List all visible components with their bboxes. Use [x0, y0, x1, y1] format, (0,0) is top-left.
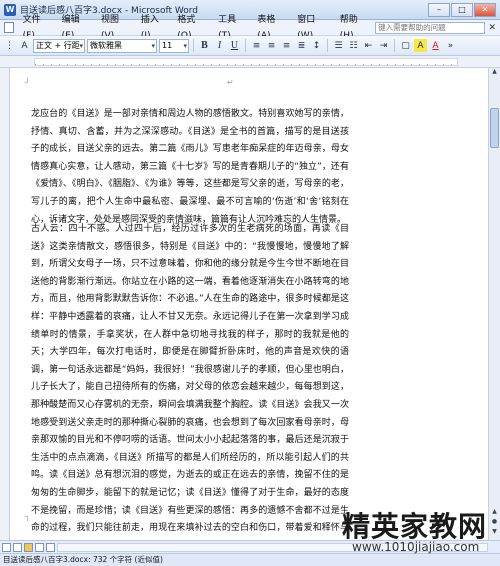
document-close-icon[interactable]: ✕ — [487, 23, 497, 33]
help-search-input[interactable] — [375, 21, 486, 34]
vertical-scrollbar[interactable]: ▲ ▲ ● ▼ — [488, 68, 500, 540]
align-center-icon[interactable]: ≡ — [265, 39, 278, 52]
reading-view-icon[interactable] — [46, 542, 55, 552]
bold-button[interactable]: B — [198, 39, 211, 52]
ruler-scale — [34, 58, 458, 66]
border-icon[interactable]: ▢ — [399, 39, 412, 52]
align-left-icon[interactable]: ≡ — [250, 39, 263, 52]
normal-view-icon[interactable] — [2, 542, 11, 552]
decrease-indent-icon[interactable]: ⇤ — [362, 39, 375, 52]
line-spacing-icon[interactable]: ↕ — [310, 39, 323, 52]
style-combo[interactable]: 正文 + 行距 — [33, 38, 85, 53]
vertical-ruler[interactable] — [0, 68, 10, 540]
font-color-button[interactable]: A — [429, 39, 442, 52]
numbering-icon[interactable]: ☰ — [332, 39, 345, 52]
toolbar-options-icon[interactable]: » — [444, 39, 457, 52]
font-size-combo[interactable]: 11 — [159, 38, 189, 53]
styles-pane-icon[interactable]: A — [18, 39, 31, 52]
font-size-value: 11 — [162, 40, 173, 50]
horizontal-ruler[interactable] — [0, 56, 500, 68]
toolbar-separator — [245, 39, 246, 52]
justify-icon[interactable]: ≣ — [295, 39, 308, 52]
document-page[interactable]: ┘ ↵ ┐ 龙应台的《目送》是一部对亲情和周边人物的感悟散文。特别喜欢她写的亲情… — [11, 68, 488, 551]
scroll-up-icon[interactable]: ▲ — [489, 68, 500, 78]
previous-page-icon[interactable]: ▲ — [489, 508, 500, 518]
paragraph[interactable]: 龙应台的《目送》是一部对亲情和周边人物的感悟散文。特别喜欢她写的亲情，抒情、真切… — [31, 106, 349, 229]
margin-corner-mark: ┐ — [25, 512, 30, 521]
window-controls: – □ ✕ — [428, 2, 496, 17]
status-bar: 目送读后感八百字3.docx: 732 个字符 (近似值) — [0, 553, 500, 566]
toolbar-separator — [394, 39, 395, 52]
underline-button[interactable]: U — [228, 39, 241, 52]
scroll-thumb[interactable] — [490, 108, 499, 148]
italic-button[interactable]: I — [213, 39, 226, 52]
bullets-icon[interactable]: ☷ — [347, 39, 360, 52]
status-text: 目送读后感八百字3.docx: 732 个字符 (近似值) — [3, 555, 163, 564]
outline-view-icon[interactable] — [35, 542, 44, 552]
maximize-button[interactable]: □ — [451, 2, 473, 17]
font-value: 微软雅黑 — [90, 40, 122, 50]
print-view-icon[interactable] — [24, 542, 33, 552]
formatting-toolbar: ⋮ A 正文 + 行距 微软雅黑 11 B I U ≡ ≡ ≡ ≣ ↕ ☰ ☷ … — [0, 36, 500, 56]
document-icon[interactable] — [4, 22, 14, 33]
toolbar-grip-icon: ⋮ — [5, 40, 14, 51]
highlight-button[interactable]: A — [414, 39, 427, 52]
next-page-icon[interactable]: ▼ — [489, 528, 500, 538]
watermark-logo: 精英家教网 — [342, 510, 488, 543]
select-browse-object-icon[interactable]: ● — [489, 518, 500, 528]
paragraph[interactable]: 古人云：四十不惑。人过四十后，经历过许多次的生老病死的场面，再读《目送》这类亲情… — [31, 221, 349, 555]
style-value: 正文 + 行距 — [36, 40, 80, 50]
margin-corner-mark: ┘ — [25, 78, 30, 87]
font-combo[interactable]: 微软雅黑 — [87, 38, 157, 53]
increase-indent-icon[interactable]: ⇥ — [377, 39, 390, 52]
watermark-url: www.1010jiajiao.com — [352, 540, 480, 554]
close-button[interactable]: ✕ — [474, 2, 496, 17]
minimize-button[interactable]: – — [428, 2, 450, 17]
toolbar-separator — [193, 39, 194, 52]
web-view-icon[interactable] — [13, 542, 22, 552]
toolbar-separator — [327, 39, 328, 52]
word-app-icon[interactable]: W — [4, 3, 16, 16]
empty-paragraph-mark: ↵ — [227, 78, 234, 87]
menu-bar: 文件(F) 编辑(E) 视图(V) 插入(I) 格式(O) 工具(T) 表格(A… — [0, 15, 500, 41]
align-right-icon[interactable]: ≡ — [280, 39, 293, 52]
